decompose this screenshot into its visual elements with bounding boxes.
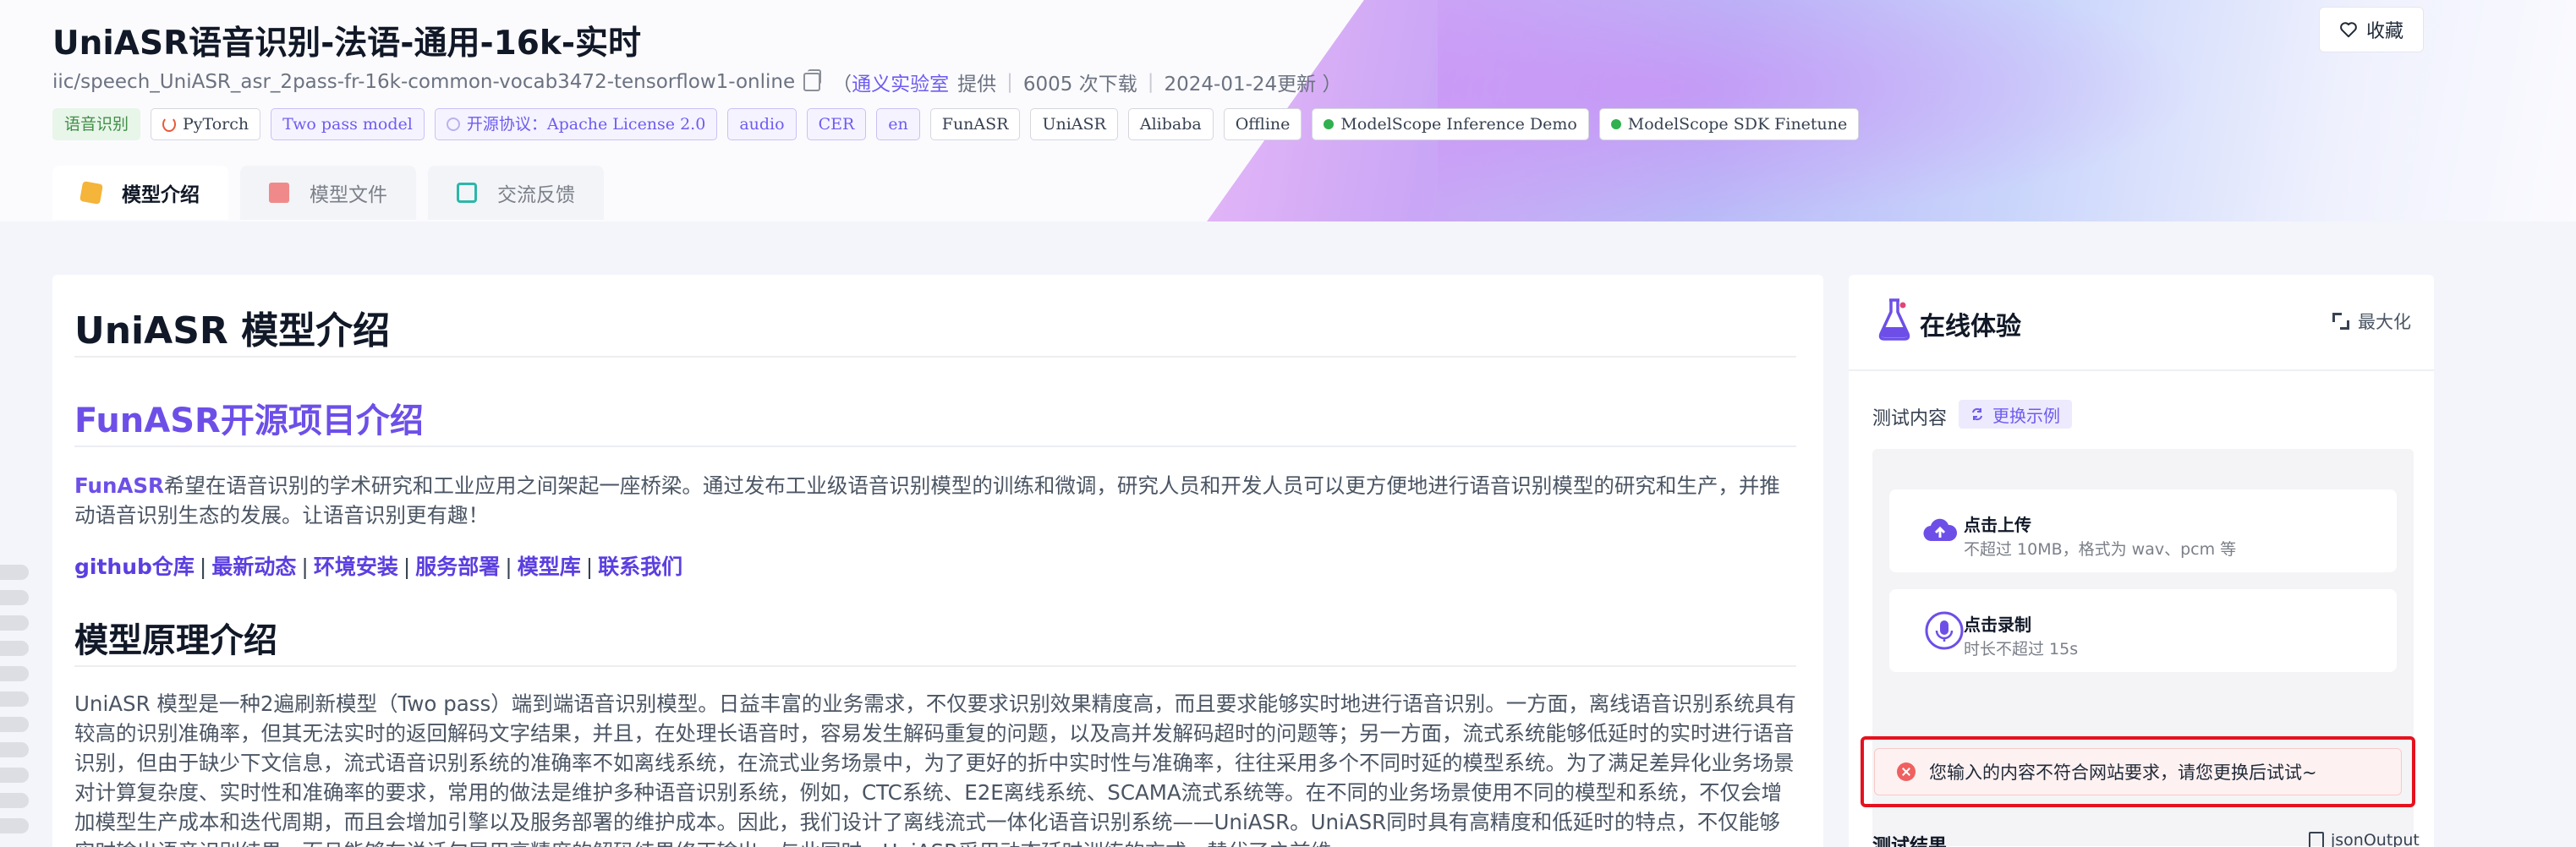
- funasr-heading: FunASR开源项目介绍: [74, 402, 424, 440]
- record-option[interactable]: 点击录制 时长不超过 15s: [1889, 589, 2397, 672]
- tag-audio[interactable]: audio: [727, 108, 797, 140]
- tab-model-files[interactable]: 模型文件: [240, 166, 416, 220]
- tag-cer[interactable]: CER: [806, 108, 867, 140]
- scroll-pill: [0, 615, 29, 631]
- project-links: github仓库 | 最新动态 | 环境安装 | 服务部署 | 模型库 | 联系我们: [74, 555, 683, 579]
- error-icon: [1897, 762, 1916, 781]
- tag-funasr[interactable]: FunASR: [929, 108, 1021, 140]
- meta-divider: |: [1147, 71, 1154, 93]
- model-meta: iic/speech_UniASR_asr_2pass-fr-16k-commo…: [52, 68, 1342, 96]
- scroll-pill: [0, 565, 29, 580]
- file-icon: [2309, 832, 2324, 847]
- link-news[interactable]: 最新动态: [211, 555, 296, 579]
- principle-heading: 模型原理介绍: [74, 621, 277, 660]
- error-highlight: 您输入的内容不符合网站要求，请您更换后试试~: [1861, 736, 2415, 807]
- intro-heading: UniASR 模型介绍: [74, 309, 391, 352]
- tag-uniasr[interactable]: UniASR: [1030, 108, 1118, 140]
- heading-divider: [74, 445, 1796, 447]
- tag-list: 语音识别 PyTorch Two pass model 开源协议：Apache …: [52, 108, 1860, 140]
- model-intro-content: UniASR 模型介绍 FunASR开源项目介绍 FunASR希望在语音识别的学…: [52, 275, 1823, 847]
- scroll-pill: [0, 717, 29, 732]
- tag-en[interactable]: en: [876, 108, 920, 140]
- json-output-button[interactable]: jsonOutput: [2309, 831, 2420, 847]
- tag-alibaba[interactable]: Alibaba: [1127, 108, 1214, 140]
- error-toast: 您输入的内容不符合网站要求，请您更换后试试~: [1874, 748, 2402, 795]
- side-scroll-indicator[interactable]: [0, 565, 29, 844]
- upload-title: 点击上传: [1964, 515, 2031, 535]
- record-hint: 时长不超过 15s: [1964, 640, 2079, 658]
- favorite-button[interactable]: 收藏: [2319, 7, 2424, 52]
- flask-icon: [1878, 298, 1910, 341]
- provider-suffix: 提供: [957, 74, 997, 96]
- model-header: UniASR语音识别-法语-通用-16k-实时 iic/speech_UniAS…: [0, 0, 2576, 221]
- favorite-label: 收藏: [2365, 21, 2403, 42]
- status-dot-icon: [1324, 119, 1335, 129]
- model-id: iic/speech_UniASR_asr_2pass-fr-16k-commo…: [52, 71, 796, 93]
- scroll-pill: [0, 666, 29, 681]
- tab-model-intro[interactable]: 模型介绍: [52, 166, 228, 220]
- provider-link[interactable]: 通义实验室: [852, 68, 949, 96]
- panel-divider: [1849, 369, 2434, 371]
- record-title: 点击录制: [1964, 615, 2031, 635]
- update-date: 2024-01-24更新 ）: [1164, 74, 1342, 96]
- scroll-pill: [0, 641, 29, 656]
- funasr-highlight: FunASR: [74, 473, 164, 498]
- cloud-upload-icon: [1923, 518, 1957, 542]
- principle-paragraph: UniASR 模型是一种2遍刷新模型（Two pass）端到端语音识别模型。日益…: [74, 691, 1796, 847]
- heading-divider: [74, 356, 1796, 358]
- scroll-pill: [0, 590, 29, 605]
- tag-pytorch[interactable]: PyTorch: [151, 108, 261, 140]
- meta-divider: |: [1006, 71, 1013, 93]
- model-tabs: 模型介绍 模型文件 交流反馈: [52, 166, 604, 220]
- maximize-button[interactable]: 最大化: [2332, 309, 2411, 334]
- panel-title: 在线体验: [1920, 312, 2021, 342]
- scroll-pill: [0, 818, 29, 833]
- provider-open: （: [832, 74, 852, 96]
- link-contact[interactable]: 联系我们: [598, 555, 682, 579]
- online-demo-panel: 在线体验 最大化 测试内容 更换示例 点击上传 不超过 10MB，格式为 wav…: [1849, 275, 2434, 847]
- heart-icon: [2340, 22, 2357, 38]
- book-icon: [269, 183, 289, 203]
- swap-example-button[interactable]: 更换示例: [1959, 400, 2072, 429]
- status-dot-icon: [1610, 119, 1621, 129]
- swap-icon: [1972, 407, 1982, 421]
- scroll-pill: [0, 793, 29, 808]
- tag-offline[interactable]: Offline: [1223, 108, 1302, 140]
- pytorch-icon: [162, 117, 177, 132]
- heading-divider: [74, 665, 1796, 667]
- test-result-label: 测试结果: [1872, 836, 1948, 847]
- maximize-icon: [2332, 313, 2349, 330]
- copy-icon[interactable]: [803, 69, 822, 91]
- scroll-pill: [0, 768, 29, 783]
- link-github[interactable]: github仓库: [74, 555, 195, 579]
- scroll-pill: [0, 691, 29, 707]
- test-input-label: 测试内容: [1872, 408, 1948, 429]
- cube-icon: [79, 181, 103, 205]
- edit-icon: [457, 183, 477, 203]
- scroll-pill: [0, 742, 29, 757]
- tag-sdk-finetune[interactable]: ModelScope SDK Finetune: [1598, 108, 1860, 140]
- upload-option[interactable]: 点击上传 不超过 10MB，格式为 wav、pcm 等: [1889, 489, 2397, 572]
- link-deploy[interactable]: 服务部署: [415, 555, 500, 579]
- microphone-icon: [1925, 611, 1964, 650]
- error-message: 您输入的内容不符合网站要求，请您更换后试试~: [1929, 762, 2317, 783]
- license-icon: [446, 117, 460, 131]
- tag-inference-demo[interactable]: ModelScope Inference Demo: [1312, 108, 1589, 140]
- page-title: UniASR语音识别-法语-通用-16k-实时: [52, 25, 642, 63]
- tag-license[interactable]: 开源协议：Apache License 2.0: [434, 108, 718, 140]
- tag-task[interactable]: 语音识别: [52, 108, 141, 140]
- tab-feedback[interactable]: 交流反馈: [428, 166, 604, 220]
- funasr-intro-paragraph: FunASR希望在语音识别的学术研究和工业应用之间架起一座桥梁。通过发布工业级语…: [74, 473, 1780, 527]
- download-count: 6005 次下载: [1022, 74, 1137, 96]
- tag-two-pass[interactable]: Two pass model: [271, 108, 425, 140]
- upload-hint: 不超过 10MB，格式为 wav、pcm 等: [1964, 540, 2237, 559]
- link-model-zoo[interactable]: 模型库: [518, 555, 581, 579]
- link-install[interactable]: 环境安装: [314, 555, 398, 579]
